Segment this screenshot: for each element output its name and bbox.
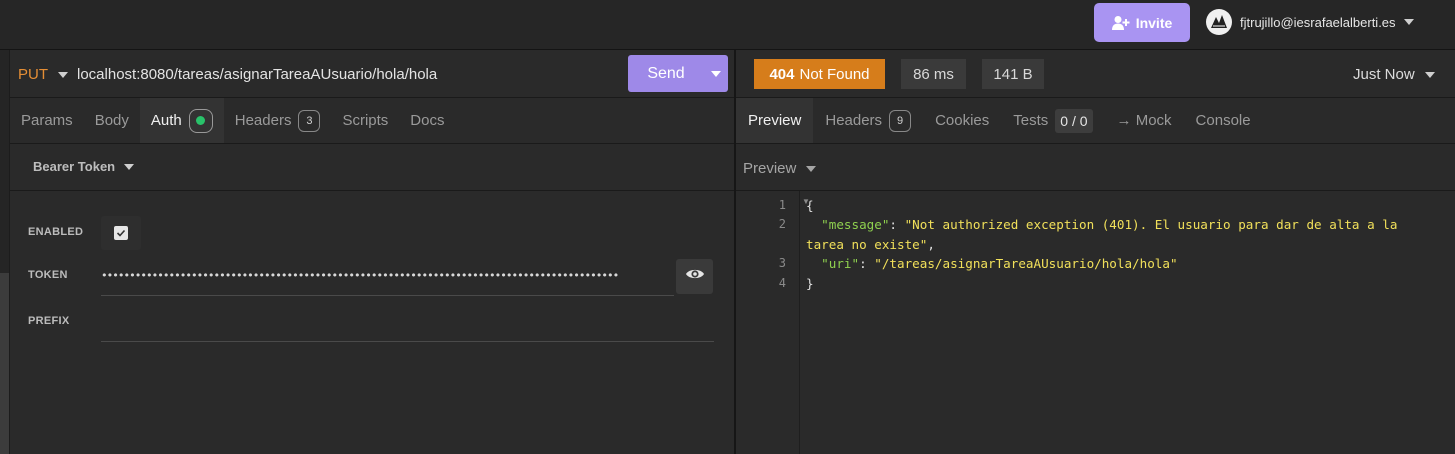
tab-label: Params (21, 112, 73, 129)
token-label: TOKEN (28, 269, 68, 281)
tab-tests[interactable]: Tests 0 / 0 (1001, 98, 1104, 143)
code-line: { (806, 198, 814, 213)
tab-cookies[interactable]: Cookies (923, 98, 1001, 143)
show-token-button[interactable] (676, 259, 713, 294)
response-size-badge: 141 B (982, 59, 1044, 89)
response-body-viewer[interactable]: 1 2 3 4 ▼ { "message": "Not authorized e… (736, 191, 1455, 454)
tab-body[interactable]: Body (84, 98, 140, 143)
invite-label: Invite (1135, 14, 1173, 31)
send-button[interactable]: Send (628, 55, 728, 92)
checkmark-icon (114, 226, 128, 240)
tab-label: → Mock (1116, 112, 1172, 129)
eye-icon (685, 267, 705, 286)
line-number: 2 (778, 217, 786, 231)
send-label: Send (647, 65, 685, 82)
tab-preview[interactable]: Preview (736, 98, 814, 143)
response-status-bar: 404 Not Found 86 ms 141 B Just Now (736, 50, 1455, 98)
tab-headers[interactable]: Headers 3 (224, 98, 332, 143)
code-line: "message": "Not authorized exception (40… (821, 217, 1398, 232)
status-badge: 404 Not Found (754, 59, 885, 89)
history-label: Just Now (1353, 66, 1415, 83)
line-number-gutter: 1 2 3 4 (736, 191, 800, 454)
url-bar: PUT localhost:8080/tareas/asignarTareaAU… (10, 50, 734, 98)
avatar (1206, 9, 1232, 35)
json-string: "/tareas/asignarTareaAUsuario/hola/hola" (874, 256, 1178, 271)
line-number: 4 (778, 276, 786, 290)
line-number: 3 (778, 256, 786, 270)
status-dot-icon (196, 116, 206, 125)
tab-label: Scripts (342, 112, 389, 129)
json-brace: } (806, 276, 814, 291)
tab-label: Cookies (935, 112, 990, 129)
preview-mode-select[interactable]: Preview (743, 160, 817, 177)
json-key: "uri" (821, 256, 860, 271)
invite-button[interactable]: Invite (1094, 3, 1190, 42)
account-menu[interactable]: fjtrujillo@iesrafaelalberti.es (1206, 8, 1414, 36)
token-input[interactable]: ••••••••••••••••••••••••••••••••••••••••… (101, 260, 674, 296)
tests-count-badge: 0 / 0 (1055, 108, 1093, 133)
code-line: } (806, 276, 814, 291)
headers-count-badge: 9 (889, 109, 912, 132)
top-bar: Invite fjtrujillo@iesrafaelalberti.es (0, 0, 1455, 50)
enabled-checkbox[interactable] (101, 216, 141, 250)
headers-count-badge: 3 (298, 109, 321, 132)
chevron-down-icon (806, 165, 817, 172)
method-select[interactable]: PUT (18, 66, 68, 83)
scrollbar[interactable] (0, 273, 9, 454)
json-brace: { (806, 198, 814, 213)
tab-label: Console (1195, 112, 1251, 129)
status-code: 404 (769, 65, 795, 83)
tab-auth[interactable]: Auth (139, 98, 224, 143)
chevron-down-icon (1424, 71, 1435, 78)
tab-label: Docs (410, 112, 445, 129)
response-pane: 404 Not Found 86 ms 141 B Just Now Previ… (736, 50, 1455, 454)
tab-label: Headers (234, 112, 292, 129)
response-time-badge: 86 ms (901, 59, 966, 89)
tab-scripts[interactable]: Scripts (331, 98, 399, 143)
json-string: "Not authorized exception (401). El usua… (904, 217, 1398, 232)
auth-type-bar: Bearer Token (10, 144, 734, 191)
chevron-down-icon (1403, 19, 1414, 25)
tab-docs[interactable]: Docs (399, 98, 455, 143)
request-tabs: Params Body Auth Headers 3 Scripts Docs (10, 98, 734, 144)
history-dropdown[interactable]: Just Now (1353, 66, 1435, 83)
send-options-button[interactable] (704, 55, 728, 92)
request-pane: PUT localhost:8080/tareas/asignarTareaAU… (0, 50, 734, 454)
code-line: tarea no existe", (806, 237, 935, 252)
enabled-label: ENABLED (28, 226, 84, 238)
add-user-icon (1111, 15, 1130, 31)
chevron-down-icon (58, 71, 68, 78)
response-tabs: Preview Headers 9 Cookies Tests 0 / 0 → … (736, 98, 1455, 144)
prefix-input[interactable] (101, 306, 714, 342)
json-string: tarea no existe" (806, 237, 928, 252)
tab-params[interactable]: Params (10, 98, 84, 143)
url-input[interactable]: localhost:8080/tareas/asignarTareaAUsuar… (77, 66, 437, 83)
tab-headers[interactable]: Headers 9 (813, 98, 923, 143)
tab-label: Auth (150, 112, 182, 129)
tab-console[interactable]: Console (1184, 98, 1263, 143)
method-label: PUT (18, 66, 48, 83)
status-text: Not Found (799, 65, 870, 83)
chevron-down-icon (711, 70, 721, 77)
tab-label: Body (94, 112, 129, 129)
prefix-label: PREFIX (28, 315, 70, 327)
json-key: "message" (821, 217, 890, 232)
auth-type-label: Bearer Token (33, 159, 116, 174)
preview-mode-label: Preview (743, 160, 797, 177)
auth-type-select[interactable]: Bearer Token (33, 159, 135, 174)
code-line: "uri": "/tareas/asignarTareaAUsuario/hol… (821, 256, 1178, 271)
line-number: 1 (778, 198, 786, 212)
tab-label: Preview (748, 112, 802, 129)
tab-label: Tests (1013, 112, 1049, 129)
auth-enabled-badge (188, 108, 213, 133)
account-email: fjtrujillo@iesrafaelalberti.es (1240, 14, 1396, 30)
tab-label: Headers (825, 112, 883, 129)
tab-mock[interactable]: → Mock (1105, 98, 1184, 143)
chevron-down-icon (124, 163, 135, 170)
